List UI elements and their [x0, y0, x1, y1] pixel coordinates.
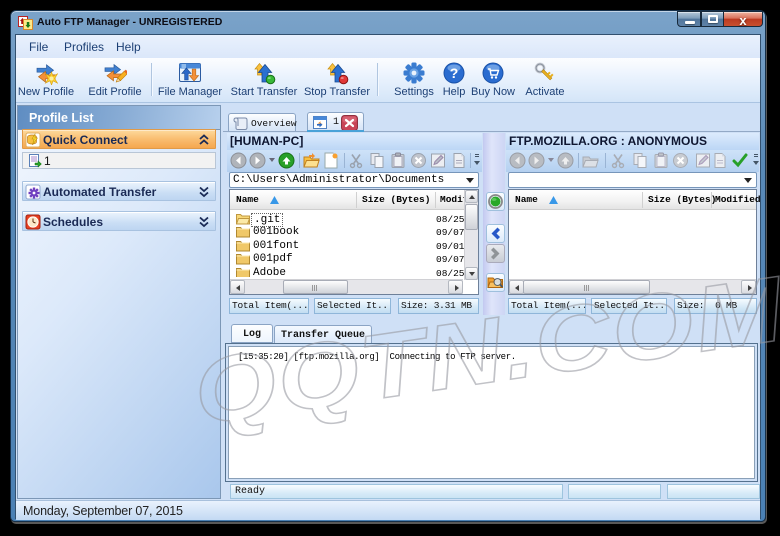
svg-text:?: ?	[450, 65, 459, 81]
